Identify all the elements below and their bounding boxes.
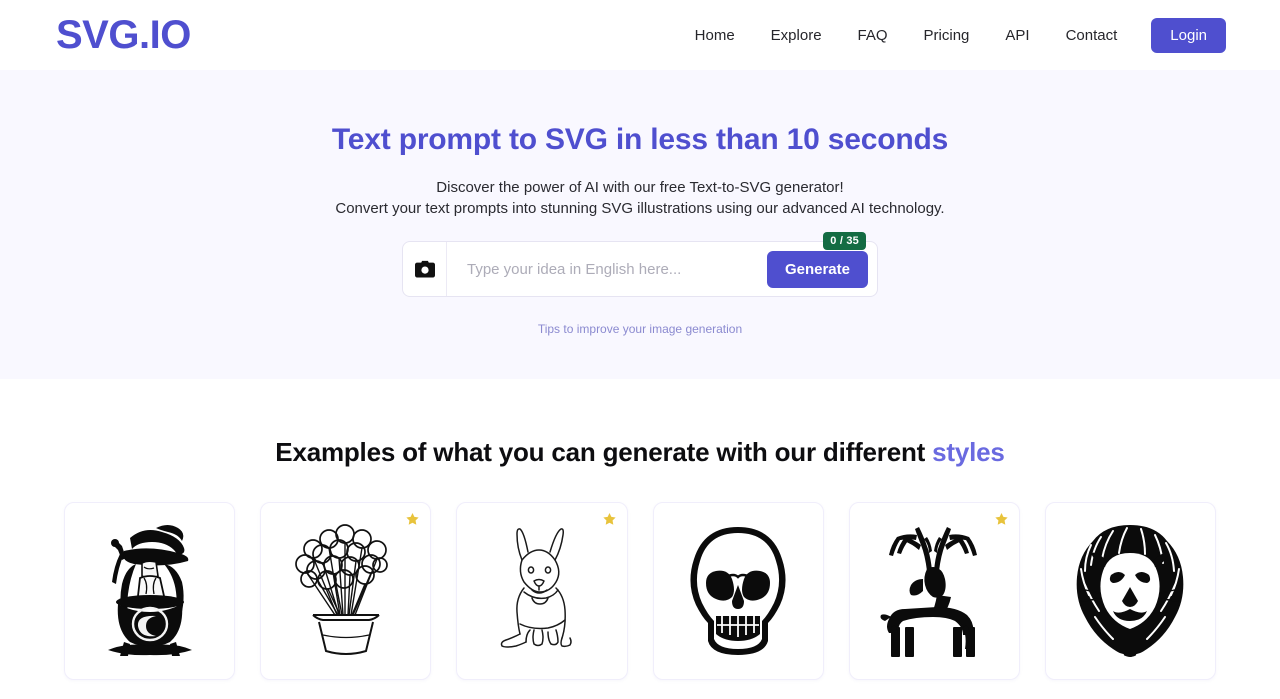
nav-item-api[interactable]: API <box>987 19 1047 52</box>
star-icon <box>602 512 617 527</box>
flower-pot-illustration <box>294 524 388 655</box>
hero-subtitle: Discover the power of AI with our free T… <box>0 177 1280 219</box>
nav-item-pricing[interactable]: Pricing <box>906 19 988 52</box>
hero-section: Text prompt to SVG in less than 10 secon… <box>0 70 1280 379</box>
deer-silhouette-illustration <box>880 527 978 657</box>
line-art-dog-illustration <box>500 528 572 648</box>
example-card-skull[interactable] <box>652 502 824 680</box>
generate-button[interactable]: Generate <box>766 250 868 288</box>
examples-section: Examples of what you can generate with o… <box>0 379 1280 699</box>
hero-subtitle-line2: Convert your text prompts into stunning … <box>335 200 945 217</box>
login-button[interactable]: Login <box>1151 17 1226 53</box>
example-card-line-art-dog[interactable] <box>456 502 628 680</box>
tips-link[interactable]: Tips to improve your image generation <box>538 322 742 336</box>
site-header: SVG.IO Home Explore FAQ Pricing API Cont… <box>0 0 1280 70</box>
example-card-deer-silhouette[interactable] <box>848 502 1020 680</box>
main-nav: Home Explore FAQ Pricing API Contact Log… <box>677 17 1226 53</box>
hero-subtitle-line1: Discover the power of AI with our free T… <box>436 179 844 196</box>
star-icon <box>994 512 1009 527</box>
logo[interactable]: SVG.IO <box>56 15 191 55</box>
character-counter-badge: 0 / 35 <box>823 232 866 250</box>
lion-head-illustration <box>1077 525 1184 657</box>
examples-title: Examples of what you can generate with o… <box>0 437 1280 468</box>
generator-input-box: Generate <box>402 241 878 297</box>
witch-cauldron-illustration <box>107 525 192 656</box>
prompt-input[interactable] <box>447 242 767 296</box>
example-card-witch-cauldron[interactable] <box>64 502 236 680</box>
example-cards-row <box>0 502 1280 680</box>
examples-title-main: Examples of what you can generate with o… <box>275 437 933 467</box>
example-card-flower-pot[interactable] <box>260 502 432 680</box>
generator-widget: 0 / 35 Generate <box>402 232 878 297</box>
nav-item-contact[interactable]: Contact <box>1048 19 1136 52</box>
nav-item-faq[interactable]: FAQ <box>840 19 906 52</box>
example-card-lion-head[interactable] <box>1044 502 1217 680</box>
camera-icon[interactable] <box>403 242 447 296</box>
hero-title: Text prompt to SVG in less than 10 secon… <box>331 123 949 156</box>
nav-item-home[interactable]: Home <box>677 19 753 52</box>
examples-title-accent: styles <box>932 437 1005 467</box>
nav-item-explore[interactable]: Explore <box>753 19 840 52</box>
star-icon <box>405 512 420 527</box>
skull-illustration <box>690 527 786 655</box>
